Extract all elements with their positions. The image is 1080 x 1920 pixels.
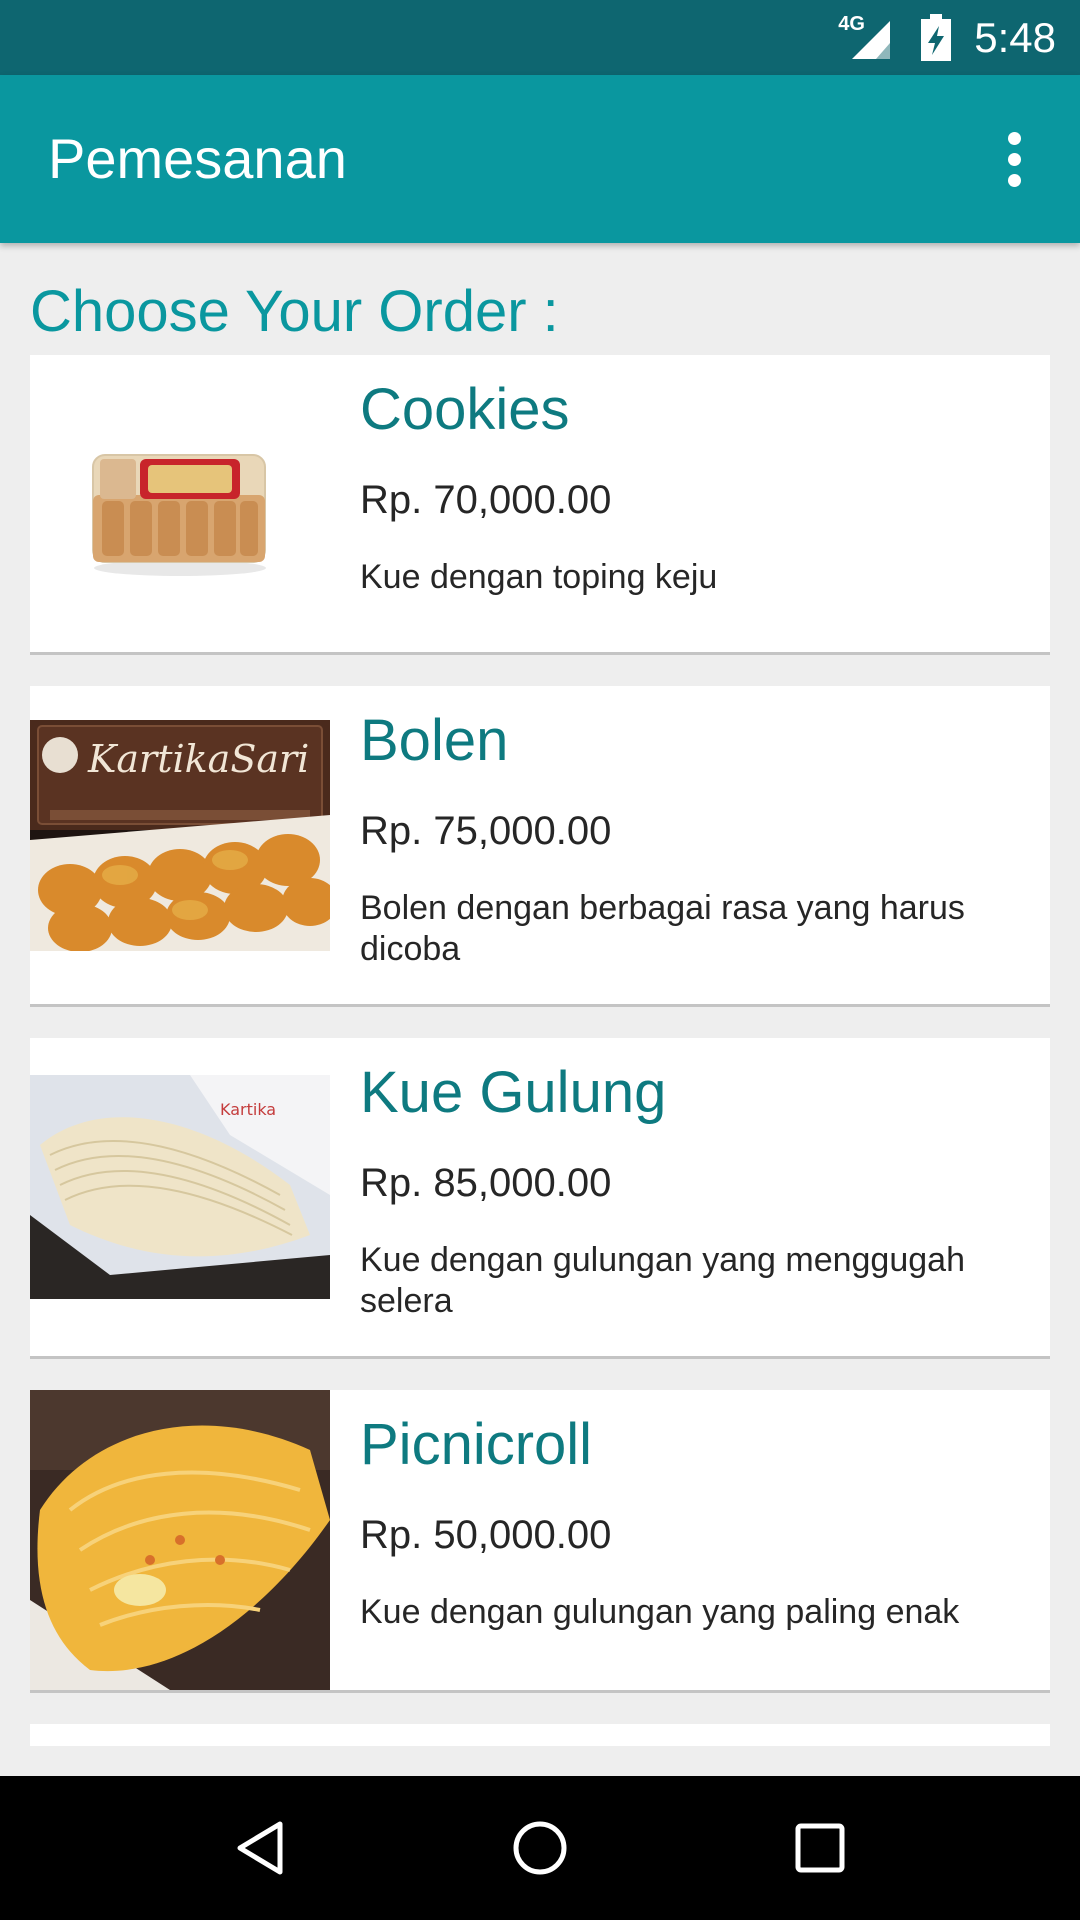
more-options-button[interactable] [978,119,1050,199]
picnicroll-image [30,1390,330,1690]
item-description: Bolen dengan berbagai rasa yang harus di… [360,888,965,969]
svg-text:KartikaSari: KartikaSari [87,737,309,781]
recents-icon [795,1823,845,1873]
more-vert-icon-dot [1007,173,1021,187]
battery-charging-icon [921,13,952,61]
app-bar: Pemesanan [0,75,1080,243]
item-details: Kue Gulung Rp. 85,000.00 Kue dengan gulu… [360,1060,1020,1323]
item-details: Picnicroll Rp. 50,000.00 Kue dengan gulu… [360,1412,1020,1633]
signal-icon [852,20,891,59]
bolen-image: KartikaSari [30,720,330,951]
network-indicator: 4G [838,13,898,63]
more-vert-icon [1007,131,1021,145]
back-icon [237,1821,283,1875]
item-name: Picnicroll [360,1412,593,1477]
kue-gulung-image-svg: Kartika [30,1075,330,1299]
order-item-card[interactable]: Picnicroll Rp. 50,000.00 Kue dengan gulu… [30,1390,1050,1690]
item-details: Cookies Rp. 70,000.00 Kue dengan toping … [360,377,1020,598]
item-price: Rp. 75,000.00 [360,808,612,853]
order-item-card[interactable]: Cookies Rp. 70,000.00 Kue dengan toping … [30,355,1050,652]
home-icon [513,1821,567,1875]
item-name: Bolen [360,708,509,773]
item-description: Kue dengan toping keju [360,557,718,596]
item-price: Rp. 70,000.00 [360,477,612,522]
navigation-bar [0,1776,1080,1920]
order-item-card[interactable] [30,1724,1050,1746]
item-description: Kue dengan gulungan yang menggugah seler… [360,1240,965,1321]
home-button[interactable] [495,1803,585,1893]
app-title: Pemesanan [48,127,347,190]
back-button[interactable] [215,1803,305,1893]
item-description: Kue dengan gulungan yang paling enak [360,1592,960,1631]
item-price: Rp. 50,000.00 [360,1512,612,1557]
status-bar: 4G 5:48 [0,0,1080,75]
cookies-image-svg [30,355,330,652]
kue-gulung-image: Kartika [30,1075,330,1299]
item-price: Rp. 85,000.00 [360,1160,612,1205]
picnicroll-image-svg [30,1390,330,1690]
svg-text:Kartika: Kartika [220,1100,276,1119]
order-item-card[interactable]: KartikaSari Bolen Rp. 75,000.00 Bolen de… [30,686,1050,1004]
cookies-image [30,355,330,652]
more-vert-icon-dot [1007,152,1021,166]
status-icons: 4G 5:48 [838,0,1056,75]
item-name: Kue Gulung [360,1060,667,1125]
status-time: 5:48 [974,13,1056,61]
item-name: Cookies [360,377,570,442]
order-item-card[interactable]: Kartika Kue Gulung Rp. 85,000.00 Kue den… [30,1038,1050,1356]
recents-button[interactable] [775,1803,865,1893]
item-details: Bolen Rp. 75,000.00 Bolen dengan berbaga… [360,708,1020,971]
section-title: Choose Your Order : [30,279,559,344]
bolen-image-svg: KartikaSari [30,720,330,951]
